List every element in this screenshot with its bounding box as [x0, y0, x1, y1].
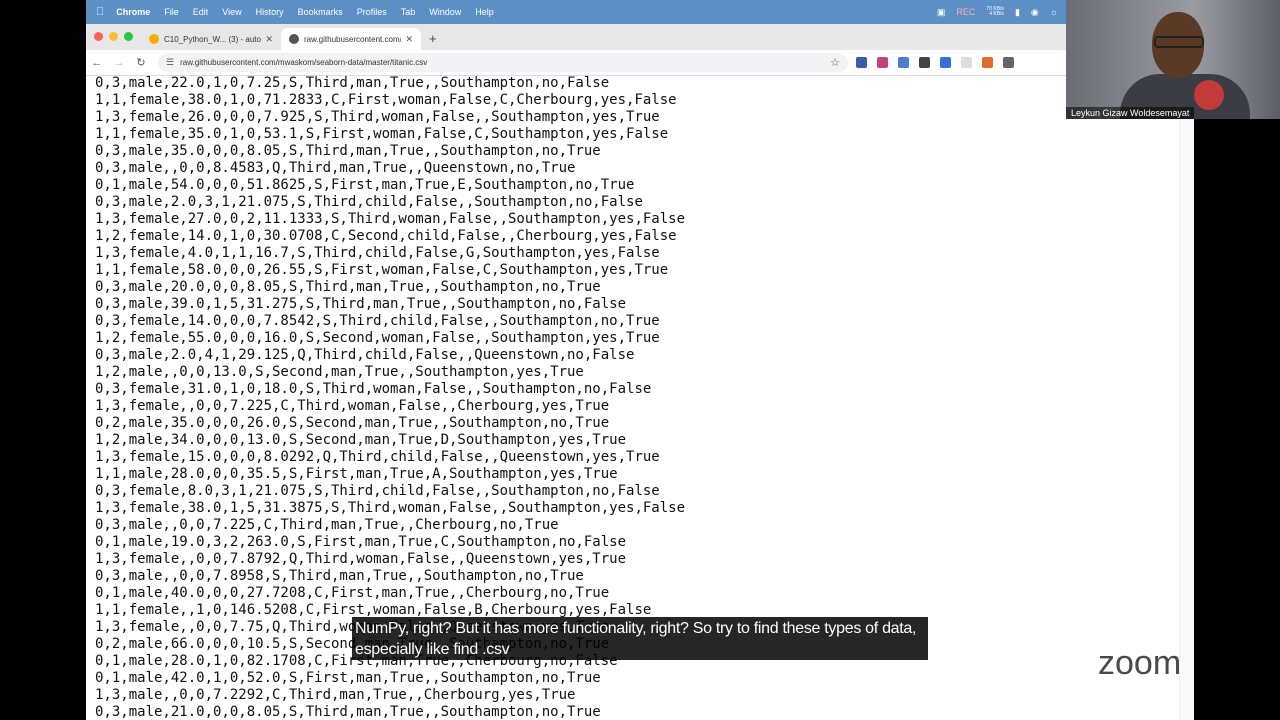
menu-history[interactable]: History	[256, 7, 284, 17]
site-info-icon[interactable]: ☰	[166, 57, 174, 68]
csv-row: 1,3,female,,0,0,7.8792,Q,Third,woman,Fal…	[95, 551, 627, 567]
menu-edit[interactable]: Edit	[193, 7, 209, 17]
csv-row: 0,3,female,31.0,1,0,18.0,S,Third,woman,F…	[95, 381, 652, 397]
close-icon[interactable]: ✕	[265, 34, 273, 45]
csv-row: 1,1,male,28.0,0,0,35.5,S,First,man,True,…	[95, 466, 618, 482]
csv-row: 1,3,female,27.0,0,2,11.1333,S,Third,woma…	[95, 211, 686, 227]
csv-row: 0,2,male,35.0,0,0,26.0,S,Second,man,True…	[95, 415, 610, 431]
participant-name: Leykun Gizaw Woldesemayat	[1066, 107, 1195, 119]
csv-row: 0,3,male,39.0,1,5,31.275,S,Third,man,Tru…	[95, 296, 627, 312]
address-bar[interactable]: ☰ raw.githubusercontent.com/mwaskom/seab…	[158, 53, 848, 72]
menubar-app-name[interactable]: Chrome	[116, 7, 150, 17]
menu-bookmarks[interactable]: Bookmarks	[298, 7, 343, 17]
network-speed: 70 KB/s 4 KB/s	[986, 7, 1004, 17]
minimize-window-button[interactable]	[109, 32, 118, 41]
csv-row: 1,3,female,38.0,1,5,31.3875,S,Third,woma…	[95, 500, 686, 516]
participant-glasses	[1154, 36, 1204, 48]
apple-icon[interactable]: 	[96, 6, 104, 18]
subtitle-caption: NumPy, right? But it has more functional…	[352, 617, 928, 660]
csv-row: 1,2,female,55.0,0,0,16.0,S,Second,woman,…	[95, 330, 660, 346]
csv-row: 1,1,female,35.0,1,0,53.1,S,First,woman,F…	[95, 126, 669, 142]
reload-icon[interactable]: ↻	[130, 56, 152, 69]
csv-row: 0,3,male,20.0,0,0,8.05,S,Third,man,True,…	[95, 279, 601, 295]
menu-file[interactable]: File	[164, 7, 179, 17]
csv-row: 0,3,male,21.0,0,0,8.05,S,Third,man,True,…	[95, 704, 601, 720]
csv-row: 0,3,male,2.0,3,1,21.075,S,Third,child,Fa…	[95, 194, 643, 210]
csv-row: 1,2,female,14.0,1,0,30.0708,C,Second,chi…	[95, 228, 677, 244]
extension-icon[interactable]	[877, 57, 888, 68]
menu-profiles[interactable]: Profiles	[357, 7, 387, 17]
csv-row: 0,3,male,2.0,4,1,29.125,Q,Third,child,Fa…	[95, 347, 635, 363]
menu-tab[interactable]: Tab	[401, 7, 416, 17]
close-icon[interactable]: ✕	[405, 34, 413, 45]
menubar-status-area: ▣ REC 70 KB/s 4 KB/s ▮ ◉ ☼	[937, 7, 1066, 18]
browser-toolbar: ← → ↻ ☰ raw.githubusercontent.com/mwasko…	[86, 50, 1194, 76]
tab-colab-notebook[interactable]: C10_Python_W... (3) - auto-J ✕	[141, 28, 281, 50]
control-center-icon[interactable]: ☼	[1050, 7, 1058, 17]
extension-icon[interactable]	[856, 57, 867, 68]
csv-row: 1,2,male,34.0,0,0,13.0,S,Second,man,True…	[95, 432, 627, 448]
battery-icon[interactable]: ▮	[1015, 7, 1020, 18]
csv-row: 1,3,male,,0,0,7.2292,C,Third,man,True,,C…	[95, 687, 576, 703]
csv-row: 0,1,male,42.0,1,0,52.0,S,First,man,True,…	[95, 670, 601, 686]
extensions-bar	[856, 57, 1014, 68]
zoom-watermark: zoom	[1098, 644, 1182, 682]
extension-icon[interactable]	[961, 57, 972, 68]
menubar-menus: File Edit View History Bookmarks Profile…	[150, 7, 493, 17]
csv-row: 0,1,male,40.0,0,0,27.7208,C,First,man,Tr…	[95, 585, 610, 601]
puzzle-icon[interactable]	[1003, 57, 1014, 68]
csv-row: 0,3,female,14.0,0,0,7.8542,S,Third,child…	[95, 313, 660, 329]
extension-icon[interactable]	[898, 57, 909, 68]
csv-row: 0,3,male,,0,0,7.225,C,Third,man,True,,Ch…	[95, 517, 559, 533]
address-url: raw.githubusercontent.com/mwaskom/seabor…	[180, 58, 428, 67]
csv-row: 0,3,male,22.0,1,0,7.25,S,Third,man,True,…	[95, 76, 610, 91]
participant-collar	[1194, 80, 1224, 110]
new-tab-icon[interactable]: +	[429, 31, 437, 46]
csv-row: 0,1,male,54.0,0,0,51.8625,S,First,man,Tr…	[95, 177, 635, 193]
csv-row: 0,3,male,35.0,0,0,8.05,S,Third,man,True,…	[95, 143, 601, 159]
extension-icon[interactable]	[982, 57, 993, 68]
csv-row: 0,1,male,19.0,3,2,263.0,S,First,man,True…	[95, 534, 627, 550]
network-download: 4 KB/s	[989, 11, 1004, 17]
browser-window: C10_Python_W... (3) - auto-J ✕ raw.githu…	[86, 24, 1194, 720]
menu-window[interactable]: Window	[429, 7, 461, 17]
forward-icon[interactable]: →	[108, 57, 130, 69]
window-controls	[94, 32, 133, 41]
colab-icon	[149, 34, 159, 44]
maximize-window-button[interactable]	[124, 32, 133, 41]
menu-help[interactable]: Help	[475, 7, 494, 17]
close-window-button[interactable]	[94, 32, 103, 41]
csv-row: 1,3,female,26.0,0,0,7.925,S,Third,woman,…	[95, 109, 660, 125]
globe-icon	[289, 34, 299, 44]
csv-row: 1,1,female,58.0,0,0,26.55,S,First,woman,…	[95, 262, 669, 278]
extension-icon[interactable]	[919, 57, 930, 68]
tab-titanic-csv[interactable]: raw.githubusercontent.com/m ✕	[281, 28, 421, 50]
webcam-video-tile: Leykun Gizaw Woldesemayat	[1066, 0, 1280, 119]
macos-menubar:  Chrome File Edit View History Bookmark…	[86, 0, 1066, 24]
screen-share-icon[interactable]: ▣	[937, 7, 946, 18]
tab-title: C10_Python_W... (3) - auto-J	[164, 34, 262, 44]
scrollbar[interactable]	[1179, 76, 1194, 720]
csv-row: 1,1,female,38.0,1,0,71.2833,C,First,woma…	[95, 92, 677, 108]
csv-row: 1,3,female,15.0,0,0,8.0292,Q,Third,child…	[95, 449, 660, 465]
wifi-icon[interactable]: ◉	[1031, 7, 1039, 18]
csv-row: 1,2,male,,0,0,13.0,S,Second,man,True,,So…	[95, 364, 584, 380]
extension-icon[interactable]	[940, 57, 951, 68]
csv-row: 1,3,female,4.0,1,1,16.7,S,Third,child,Fa…	[95, 245, 660, 261]
csv-row: 0,3,male,,0,0,7.8958,S,Third,man,True,,S…	[95, 568, 584, 584]
back-icon[interactable]: ←	[86, 57, 108, 69]
csv-row: 0,3,female,8.0,3,1,21.075,S,Third,child,…	[95, 483, 660, 499]
tab-title: raw.githubusercontent.com/m	[304, 34, 402, 44]
csv-row: 0,3,male,,0,0,8.4583,Q,Third,man,True,,Q…	[95, 160, 576, 176]
csv-row: 1,3,female,,0,0,7.225,C,Third,woman,Fals…	[95, 398, 610, 414]
bookmark-star-icon[interactable]: ☆	[830, 56, 840, 69]
menu-view[interactable]: View	[222, 7, 241, 17]
rec-indicator[interactable]: REC	[956, 7, 975, 17]
tab-strip: C10_Python_W... (3) - auto-J ✕ raw.githu…	[86, 24, 1194, 50]
